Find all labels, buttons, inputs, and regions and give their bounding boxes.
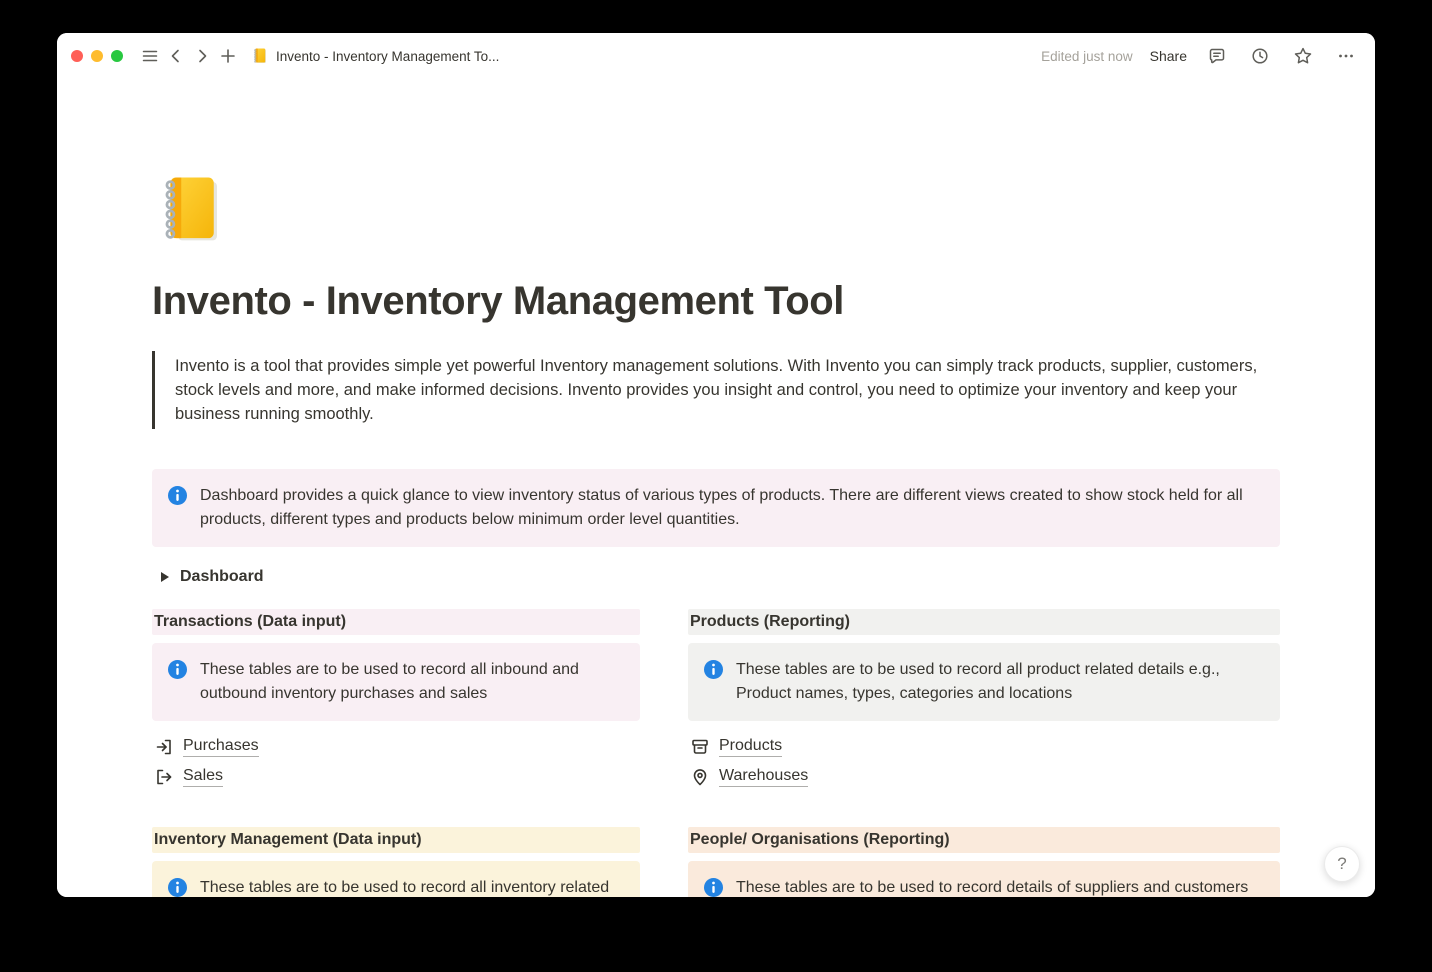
- page-content: Invento - Inventory Management Tool Inve…: [57, 79, 1375, 897]
- edited-status: Edited just now: [1041, 49, 1133, 64]
- new-tab-icon[interactable]: [215, 43, 241, 69]
- sidebar-toggle-icon[interactable]: [137, 43, 163, 69]
- traffic-lights: [71, 50, 123, 62]
- notion-window: Invento - Inventory Management To... Edi…: [57, 33, 1375, 897]
- more-options-icon[interactable]: [1333, 43, 1359, 69]
- products-callout-text: These tables are to be used to record al…: [736, 658, 1264, 706]
- section-header-products[interactable]: Products (Reporting): [688, 609, 1280, 635]
- people-callout[interactable]: These tables are to be used to record de…: [688, 861, 1280, 897]
- section-header-people-organisations[interactable]: People/ Organisations (Reporting): [688, 827, 1280, 853]
- columns-row-1: Transactions (Data input) These tables a…: [152, 609, 1280, 791]
- zoom-window-button[interactable]: [111, 50, 123, 62]
- dashboard-callout-text: Dashboard provides a quick glance to vie…: [200, 484, 1264, 532]
- minimize-window-button[interactable]: [91, 50, 103, 62]
- export-icon: [154, 767, 174, 787]
- link-purchases[interactable]: Purchases: [152, 733, 640, 761]
- location-pin-icon: [690, 767, 710, 787]
- info-icon: [168, 660, 187, 679]
- link-purchases-label: Purchases: [183, 737, 259, 757]
- info-icon: [704, 660, 723, 679]
- back-icon[interactable]: [163, 43, 189, 69]
- column-inventory-management: Inventory Management (Data input) These …: [152, 827, 640, 897]
- link-warehouses-label: Warehouses: [719, 767, 808, 787]
- link-warehouses[interactable]: Warehouses: [688, 763, 1280, 791]
- link-sales-label: Sales: [183, 767, 223, 787]
- products-callout[interactable]: These tables are to be used to record al…: [688, 643, 1280, 721]
- favorite-star-icon[interactable]: [1290, 43, 1316, 69]
- import-icon: [154, 737, 174, 757]
- history-clock-icon[interactable]: [1247, 43, 1273, 69]
- page-title[interactable]: Invento - Inventory Management Tool: [152, 279, 1280, 324]
- link-products[interactable]: Products: [688, 733, 1280, 761]
- transactions-callout[interactable]: These tables are to be used to record al…: [152, 643, 640, 721]
- info-icon: [704, 878, 723, 897]
- share-button[interactable]: Share: [1150, 48, 1187, 64]
- intro-quote[interactable]: Invento is a tool that provides simple y…: [152, 351, 1260, 429]
- column-transactions: Transactions (Data input) These tables a…: [152, 609, 640, 791]
- column-products: Products (Reporting) These tables are to…: [688, 609, 1280, 791]
- notebook-icon: [251, 47, 269, 65]
- toggle-triangle-icon[interactable]: [161, 572, 169, 582]
- link-products-label: Products: [719, 737, 782, 757]
- inventory-callout-text: These tables are to be used to record al…: [200, 876, 624, 897]
- archive-box-icon: [690, 737, 710, 757]
- page-icon-notebook[interactable]: [152, 171, 230, 249]
- info-icon: [168, 878, 187, 897]
- column-people-organisations: People/ Organisations (Reporting) These …: [688, 827, 1280, 897]
- comments-icon[interactable]: [1204, 43, 1230, 69]
- desktop-background: Invento - Inventory Management To... Edi…: [0, 0, 1432, 972]
- help-button[interactable]: ?: [1324, 846, 1360, 882]
- titlebar-actions: Edited just now Share: [1041, 43, 1359, 69]
- intro-quote-text: Invento is a tool that provides simple y…: [175, 354, 1260, 426]
- forward-icon[interactable]: [189, 43, 215, 69]
- section-header-transactions[interactable]: Transactions (Data input): [152, 609, 640, 635]
- info-icon: [168, 486, 187, 505]
- dashboard-toggle[interactable]: Dashboard: [152, 568, 1280, 586]
- window-tab[interactable]: Invento - Inventory Management To...: [251, 47, 499, 65]
- transactions-callout-text: These tables are to be used to record al…: [200, 658, 624, 706]
- dashboard-callout[interactable]: Dashboard provides a quick glance to vie…: [152, 469, 1280, 547]
- close-window-button[interactable]: [71, 50, 83, 62]
- link-sales[interactable]: Sales: [152, 763, 640, 791]
- titlebar: Invento - Inventory Management To... Edi…: [57, 33, 1375, 79]
- section-header-inventory-management[interactable]: Inventory Management (Data input): [152, 827, 640, 853]
- columns-row-2: Inventory Management (Data input) These …: [152, 827, 1280, 897]
- dashboard-toggle-label: Dashboard: [180, 568, 264, 586]
- inventory-callout[interactable]: These tables are to be used to record al…: [152, 861, 640, 897]
- tab-title: Invento - Inventory Management To...: [276, 49, 499, 64]
- people-callout-text: These tables are to be used to record de…: [736, 876, 1248, 897]
